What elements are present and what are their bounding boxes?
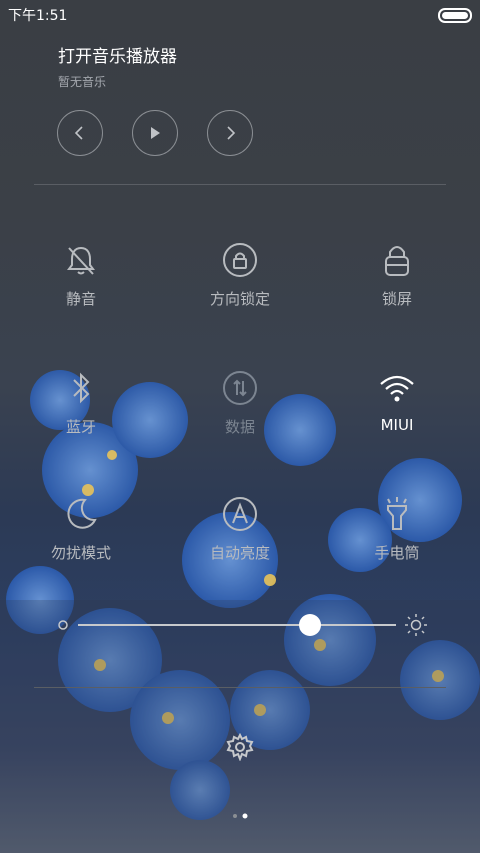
lock-icon <box>385 246 409 276</box>
prev-button[interactable] <box>57 110 103 156</box>
bluetooth-icon <box>73 372 90 404</box>
moon-icon <box>67 498 97 529</box>
auto-brightness-icon <box>223 497 257 531</box>
play-icon <box>151 127 160 139</box>
brightness-track[interactable] <box>78 624 396 626</box>
brightness-thumb[interactable] <box>299 614 322 636</box>
status-time: 下午1:51 <box>8 8 68 24</box>
toggle-label: 勿扰模式 <box>50 544 111 562</box>
wifi-icon <box>380 375 414 402</box>
rotation-lock-icon <box>223 243 257 277</box>
battery-icon <box>438 8 472 23</box>
data-icon <box>223 371 257 405</box>
brightness-max-icon <box>405 614 427 636</box>
toggle-label: 锁屏 <box>381 290 412 308</box>
toggle-label: 方向锁定 <box>209 290 270 308</box>
music-widget[interactable]: 打开音乐播放器 暂无音乐 <box>58 42 438 90</box>
toggle-mute[interactable]: 静音 <box>6 240 156 309</box>
bell-mute-icon <box>67 246 95 275</box>
brightness-min-icon <box>58 620 68 630</box>
toggle-label: 自动亮度 <box>209 544 270 562</box>
toggle-label: 数据 <box>224 418 255 436</box>
toggle-label: 静音 <box>65 290 96 308</box>
toggle-label: MIUI <box>380 416 414 434</box>
toggle-bluetooth[interactable]: 蓝牙 <box>6 368 156 437</box>
page-indicator <box>233 813 248 819</box>
toggle-flashlight[interactable]: 手电筒 <box>322 494 472 563</box>
divider <box>34 184 446 185</box>
toggle-label: 蓝牙 <box>65 418 96 436</box>
chevron-left-icon <box>74 126 83 140</box>
toggle-dnd[interactable]: 勿扰模式 <box>6 494 156 563</box>
next-button[interactable] <box>207 110 253 156</box>
divider <box>34 687 446 688</box>
toggle-auto-brightness[interactable]: 自动亮度 <box>165 494 315 563</box>
brightness-slider[interactable] <box>56 612 428 638</box>
toggle-label: 手电筒 <box>374 544 420 562</box>
music-title[interactable]: 打开音乐播放器 <box>58 42 438 67</box>
music-subtitle: 暂无音乐 <box>58 75 107 89</box>
gear-icon[interactable] <box>226 733 254 761</box>
toggle-wifi[interactable]: MIUI <box>322 368 472 434</box>
play-button[interactable] <box>132 110 178 156</box>
toggle-lock-screen[interactable]: 锁屏 <box>322 240 472 309</box>
toggle-data[interactable]: 数据 <box>165 368 315 437</box>
flashlight-icon <box>387 497 407 530</box>
status-bar: 下午1:51 <box>0 0 480 28</box>
toggle-rotation-lock[interactable]: 方向锁定 <box>165 240 315 309</box>
chevron-right-icon <box>227 126 236 140</box>
